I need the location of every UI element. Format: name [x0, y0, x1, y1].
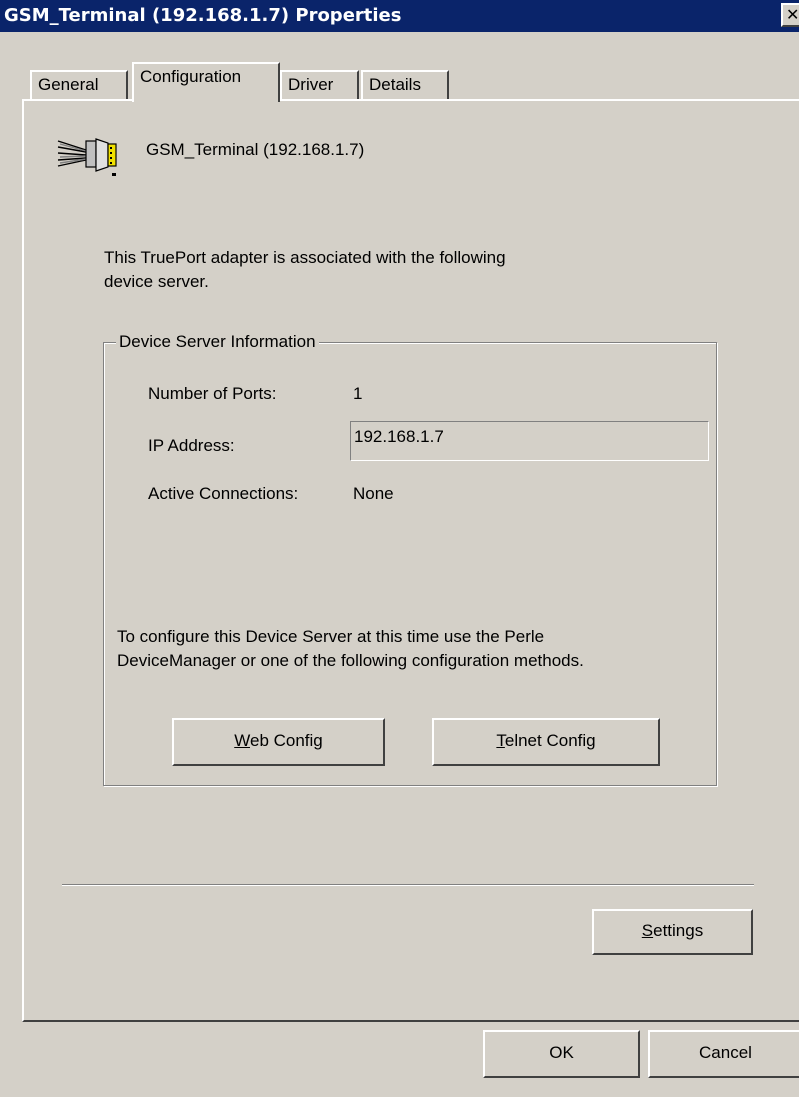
- settings-button[interactable]: Settings: [592, 909, 753, 955]
- title-bar[interactable]: GSM_Terminal (192.168.1.7) Properties ✕: [0, 0, 799, 32]
- tab-configuration[interactable]: Configuration: [132, 62, 280, 102]
- tab-details-label: Details: [369, 75, 421, 94]
- tab-details[interactable]: Details: [361, 70, 449, 100]
- ok-button[interactable]: OK: [483, 1030, 640, 1078]
- intro-text-line-2: device server.: [104, 272, 209, 291]
- ports-label: Number of Ports:: [148, 384, 277, 403]
- separator: [62, 884, 754, 886]
- close-icon: ✕: [786, 5, 799, 24]
- telnet-config-button[interactable]: Telnet Config: [432, 718, 660, 766]
- ip-address-value: 192.168.1.7: [354, 427, 444, 446]
- telnet-config-mnemonic: T: [496, 731, 505, 750]
- settings-label: ettings: [653, 921, 704, 940]
- config-instructions-line-2: DeviceManager or one of the following co…: [117, 651, 584, 670]
- close-button[interactable]: ✕: [781, 3, 799, 27]
- tab-configuration-label: Configuration: [140, 67, 242, 86]
- tab-driver[interactable]: Driver: [280, 70, 359, 100]
- serial-port-icon: [56, 133, 122, 182]
- tab-general-label: General: [38, 75, 99, 94]
- web-config-mnemonic: W: [234, 731, 250, 750]
- ports-value: 1: [353, 384, 363, 403]
- cancel-button[interactable]: Cancel: [648, 1030, 799, 1078]
- properties-dialog: GSM_Terminal (192.168.1.7) Properties ✕ …: [0, 0, 799, 1097]
- active-connections-label: Active Connections:: [148, 484, 299, 503]
- group-legend: Device Server Information: [116, 332, 319, 352]
- window-title: GSM_Terminal (192.168.1.7) Properties: [4, 5, 402, 26]
- ip-address-label: IP Address:: [148, 436, 235, 455]
- telnet-config-label: elnet Config: [504, 731, 596, 750]
- settings-mnemonic: S: [641, 921, 654, 940]
- web-config-label: eb Config: [249, 731, 323, 750]
- tab-driver-label: Driver: [288, 75, 334, 94]
- device-name: GSM_Terminal (192.168.1.7): [146, 140, 365, 159]
- web-config-button[interactable]: Web Config: [172, 718, 385, 766]
- ip-address-field[interactable]: 192.168.1.7: [350, 421, 709, 461]
- active-connections-value: None: [353, 484, 394, 503]
- intro-text-line-1: This TruePort adapter is associated with…: [104, 248, 506, 267]
- tab-general[interactable]: General: [30, 70, 128, 100]
- config-instructions-line-1: To configure this Device Server at this …: [117, 627, 545, 646]
- cancel-label: Cancel: [699, 1043, 752, 1062]
- ok-label: OK: [549, 1043, 574, 1062]
